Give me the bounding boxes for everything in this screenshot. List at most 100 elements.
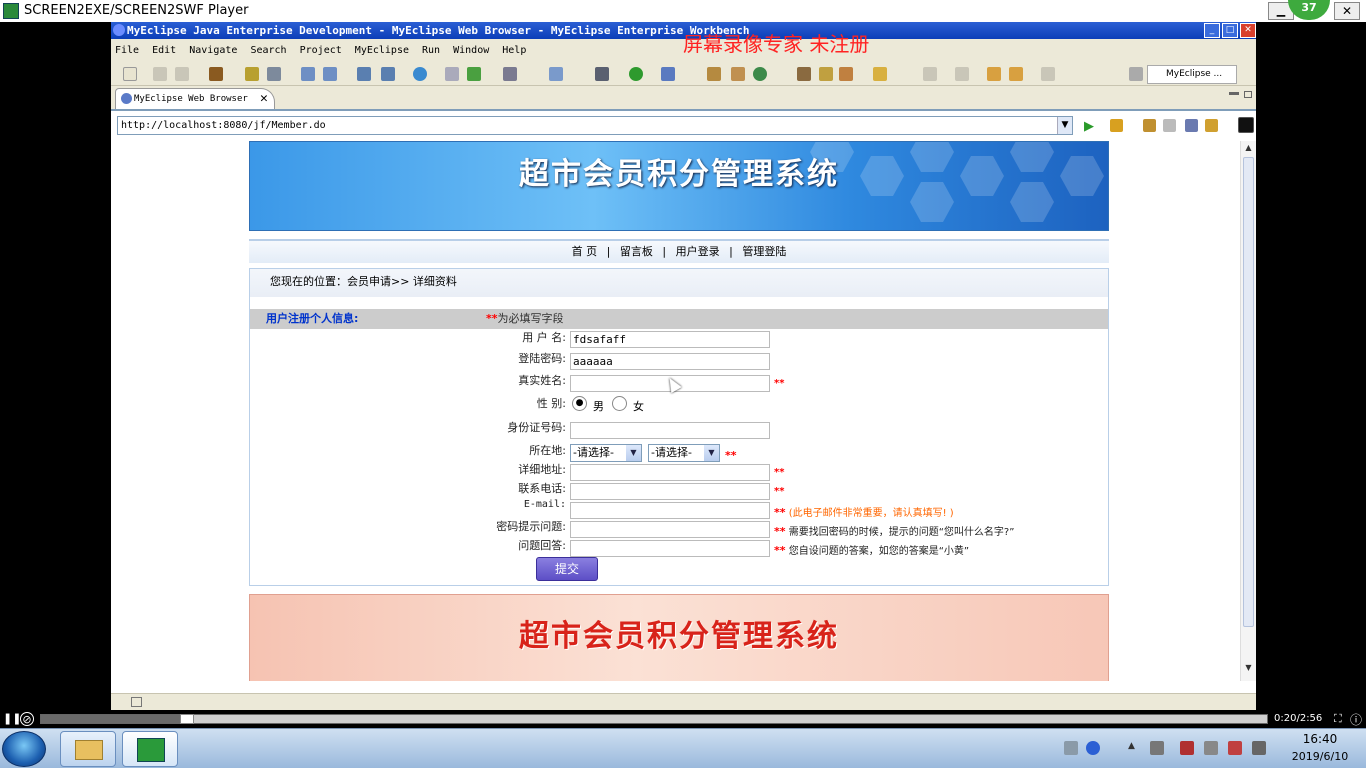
show-hidden-icon[interactable]: ▲	[1128, 741, 1142, 755]
help-icon[interactable]	[1086, 741, 1100, 755]
province-select[interactable]: -请选择- ▼	[570, 444, 642, 462]
pencil-icon[interactable]	[819, 67, 833, 81]
build-icon[interactable]	[707, 67, 721, 81]
tab-web-browser[interactable]: MyEclipse Web Browser ✕	[115, 88, 275, 109]
minimize-view-icon[interactable]	[1229, 92, 1239, 95]
menu-file[interactable]: File	[112, 42, 142, 60]
question-field[interactable]	[570, 521, 770, 538]
explorer-taskbar-button[interactable]	[60, 731, 116, 767]
external-tools-icon[interactable]	[661, 67, 675, 81]
menu-help[interactable]: Help	[499, 42, 529, 60]
scroll-down-icon[interactable]: ▼	[1242, 663, 1255, 676]
ide-close-button[interactable]: ✕	[1240, 23, 1256, 38]
clock-time[interactable]: 16:40	[1290, 732, 1350, 746]
next-annotation-icon[interactable]	[923, 67, 937, 81]
search-icon[interactable]	[301, 67, 315, 81]
browser-back-icon[interactable]	[1143, 119, 1156, 132]
last-edit-icon[interactable]	[987, 67, 1001, 81]
security-icon[interactable]	[1180, 741, 1194, 755]
perspective-myeclipse-button[interactable]: MyEclipse ...	[1147, 65, 1237, 84]
new-wizard-icon[interactable]	[549, 67, 563, 81]
pause-icon[interactable]: ❚❚	[3, 712, 21, 726]
hierarchy-icon[interactable]	[445, 67, 459, 81]
address-field[interactable]	[570, 464, 770, 481]
perspective-icon[interactable]	[503, 67, 517, 81]
menu-run[interactable]: Run	[419, 42, 443, 60]
player-taskbar-button[interactable]	[122, 731, 178, 767]
nav-home[interactable]: 首 页	[569, 245, 601, 258]
menu-project[interactable]: Project	[297, 42, 345, 60]
search-file-icon[interactable]	[323, 67, 337, 81]
idcard-field[interactable]	[570, 422, 770, 439]
username-field[interactable]: fdsafaff	[570, 331, 770, 348]
browser-forward-icon[interactable]	[1163, 119, 1176, 132]
back-icon[interactable]	[1009, 67, 1023, 81]
debug-icon[interactable]	[245, 67, 259, 81]
seek-thumb[interactable]	[180, 714, 194, 724]
menu-search[interactable]: Search	[247, 42, 289, 60]
clock-date[interactable]: 2019/6/10	[1280, 750, 1360, 763]
sync-icon[interactable]	[753, 67, 767, 81]
keyboard-icon[interactable]	[1064, 741, 1078, 755]
playback-time: 0:20/2:56	[1274, 713, 1323, 724]
email-field[interactable]	[570, 502, 770, 519]
answer-field[interactable]	[570, 540, 770, 557]
seek-bar[interactable]	[40, 714, 1268, 724]
open-perspective-icon[interactable]	[1129, 67, 1143, 81]
start-button[interactable]	[2, 731, 46, 767]
go-icon[interactable]: ▶	[1084, 119, 1094, 134]
phone-field[interactable]	[570, 483, 770, 500]
stop-icon[interactable]	[1185, 119, 1198, 132]
refresh-icon[interactable]	[467, 67, 481, 81]
folder-icon[interactable]	[873, 67, 887, 81]
gender-female-radio[interactable]	[612, 396, 627, 411]
network-icon[interactable]	[1150, 741, 1164, 755]
close-icon[interactable]: ✕	[260, 89, 268, 109]
fullscreen-icon[interactable]: ⛶	[1334, 712, 1342, 726]
nav-admin-login[interactable]: 管理登陆	[739, 245, 789, 258]
page-scrollbar[interactable]: ▲ ▼	[1240, 141, 1256, 681]
password-field[interactable]: aaaaaa	[570, 353, 770, 370]
favorites-icon[interactable]	[1110, 119, 1123, 132]
gender-male-radio[interactable]: ●	[572, 396, 587, 411]
nav-guestbook[interactable]: 留言板	[617, 245, 656, 258]
address-bar[interactable]: http://localhost:8080/jf/Member.do	[117, 116, 1073, 135]
submit-button[interactable]: 提交	[536, 557, 598, 581]
prev-annotation-icon[interactable]	[955, 67, 969, 81]
scroll-up-icon[interactable]: ▲	[1242, 143, 1255, 156]
fast-view-icon[interactable]	[131, 697, 142, 707]
menu-edit[interactable]: Edit	[149, 42, 179, 60]
server-icon[interactable]	[267, 67, 281, 81]
ide-maximize-button[interactable]: □	[1222, 23, 1238, 38]
scroll-thumb[interactable]	[1243, 157, 1254, 627]
save-icon[interactable]	[153, 67, 167, 81]
print-icon[interactable]	[175, 67, 189, 81]
package-icon[interactable]	[209, 67, 223, 81]
volume-icon[interactable]	[1204, 741, 1218, 755]
forward-icon[interactable]	[1041, 67, 1055, 81]
settings-icon[interactable]	[595, 67, 609, 81]
info-icon[interactable]: ⓘ	[1350, 711, 1362, 728]
console-icon[interactable]	[1238, 117, 1254, 133]
menu-myeclipse[interactable]: MyEclipse	[352, 42, 412, 60]
nav-user-login[interactable]: 用户登录	[673, 245, 723, 258]
new-icon[interactable]	[123, 67, 137, 81]
package-explorer-icon[interactable]	[731, 67, 745, 81]
image-icon[interactable]	[839, 67, 853, 81]
address-dropdown-icon[interactable]: ▼	[1057, 117, 1072, 134]
maximize-view-icon[interactable]	[1244, 91, 1252, 98]
deploy-icon[interactable]	[357, 67, 371, 81]
player-close-button[interactable]: ✕	[1334, 2, 1360, 20]
run-icon[interactable]	[629, 67, 643, 81]
action-center-icon[interactable]	[1228, 741, 1242, 755]
open-type-icon[interactable]	[381, 67, 395, 81]
stop-icon[interactable]: ⊘	[20, 712, 34, 726]
menu-navigate[interactable]: Navigate	[186, 42, 240, 60]
menu-window[interactable]: Window	[450, 42, 492, 60]
refresh-page-icon[interactable]	[1205, 119, 1218, 132]
ide-minimize-button[interactable]: _	[1204, 23, 1220, 38]
city-select[interactable]: -请选择- ▼	[648, 444, 720, 462]
open-file-icon[interactable]	[797, 67, 811, 81]
browser-icon[interactable]	[413, 67, 427, 81]
signal-icon[interactable]	[1252, 741, 1266, 755]
